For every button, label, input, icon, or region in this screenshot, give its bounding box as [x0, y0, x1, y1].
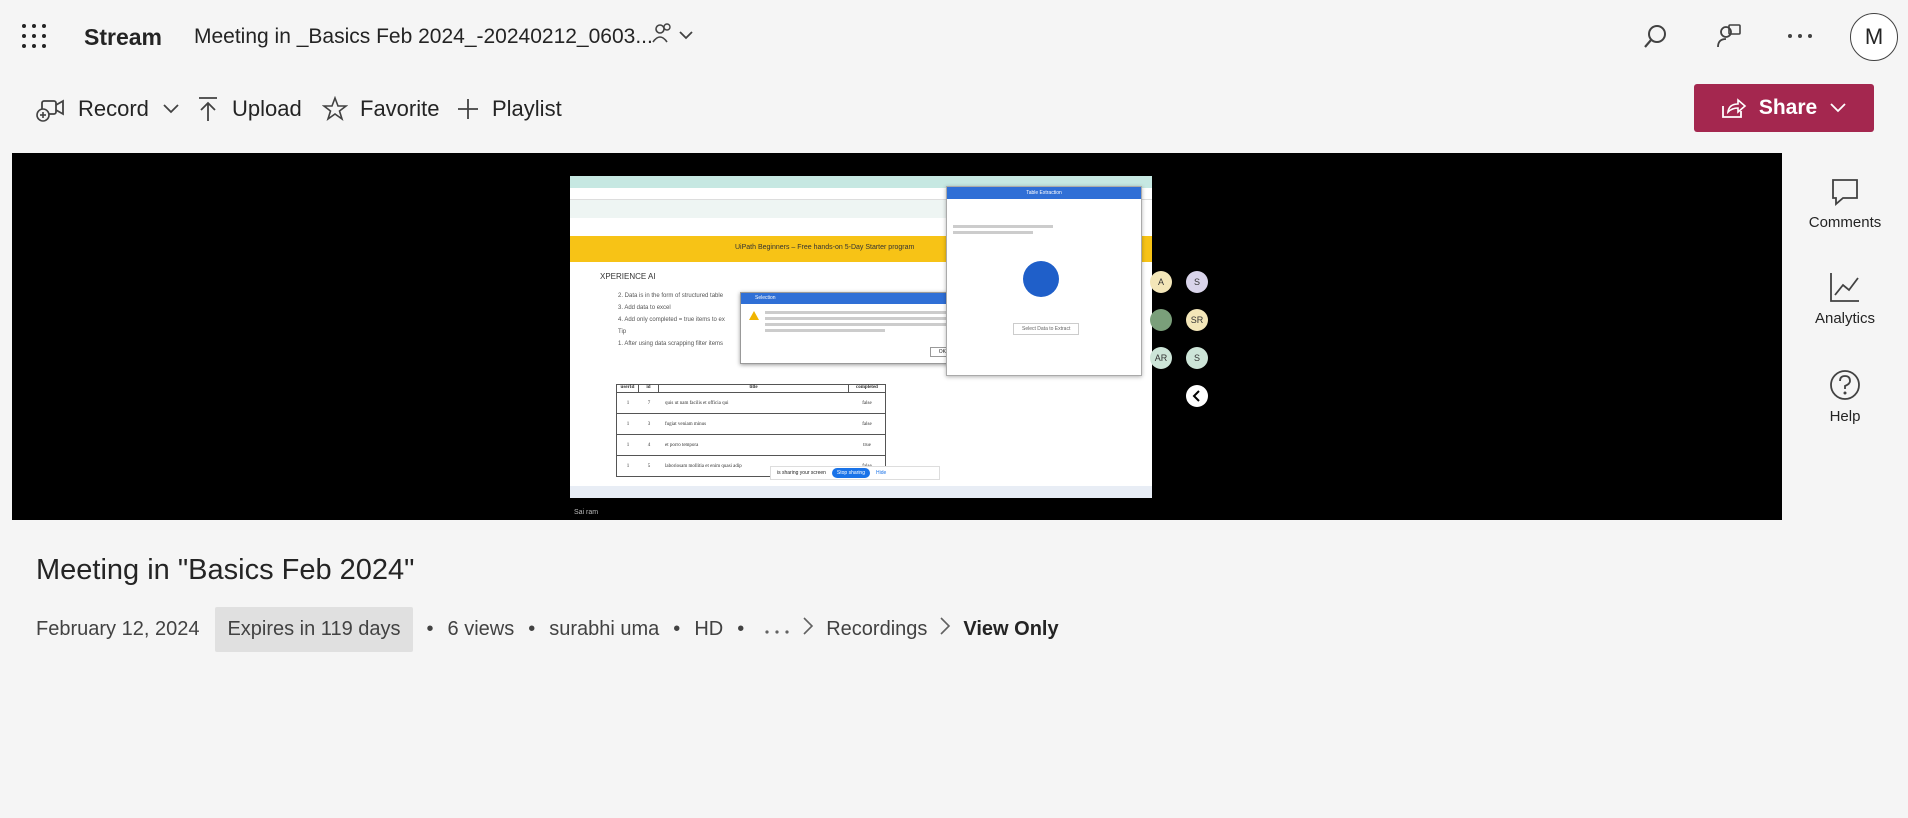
- permission-label: View Only: [963, 617, 1059, 640]
- top-bar: Stream Meeting in _Basics Feb 2024_-2024…: [0, 0, 1908, 74]
- help-button[interactable]: Help: [1800, 368, 1890, 425]
- video-date: February 12, 2024: [36, 617, 200, 640]
- document-title: Meeting in _Basics Feb 2024_-20240212_06…: [194, 25, 653, 48]
- share-icon: [1721, 98, 1747, 118]
- participant-avatar: S: [1186, 347, 1208, 369]
- app-launcher-icon[interactable]: [22, 24, 46, 48]
- chevron-down-icon: [1830, 103, 1846, 113]
- video-player[interactable]: UiPath Beginners – Free hands-on 5-Day S…: [12, 153, 1782, 520]
- video-owner[interactable]: surabhi uma: [549, 618, 659, 641]
- site-header: XPERIENCE AI: [600, 272, 656, 281]
- more-options-icon[interactable]: [1780, 16, 1820, 56]
- share-label: Share: [1758, 96, 1818, 119]
- separator-dot: •: [737, 617, 745, 640]
- playlist-button[interactable]: Playlist: [456, 86, 562, 132]
- app-name[interactable]: Stream: [84, 24, 162, 51]
- participant-avatar: [1150, 309, 1172, 331]
- participant-avatar: A: [1150, 271, 1172, 293]
- share-settings-icon[interactable]: [650, 20, 696, 52]
- help-icon: [1830, 370, 1860, 400]
- record-label: Record: [78, 96, 149, 121]
- sharing-bar: is sharing your screen Stop sharing Hide: [770, 466, 940, 480]
- search-icon[interactable]: [1636, 16, 1676, 56]
- comment-icon: [1832, 179, 1858, 206]
- user-avatar[interactable]: M: [1850, 13, 1898, 61]
- feedback-icon[interactable]: [1708, 16, 1748, 56]
- shared-screen: UiPath Beginners – Free hands-on 5-Day S…: [570, 176, 1152, 498]
- video-title: Meeting in "Basics Feb 2024": [36, 554, 415, 586]
- selection-dialog: Selection OK: [740, 292, 972, 364]
- upload-button[interactable]: Upload: [196, 86, 302, 132]
- video-metadata: February 12, 2024 Expires in 119 days • …: [36, 606, 1059, 652]
- upload-label: Upload: [232, 96, 302, 121]
- view-count: 6 views: [447, 617, 515, 640]
- analytics-label: Analytics: [1814, 310, 1876, 327]
- share-button[interactable]: Share: [1694, 84, 1874, 132]
- breadcrumb-more-icon[interactable]: [764, 618, 790, 641]
- favorite-button[interactable]: Favorite: [322, 86, 439, 132]
- separator-dot: •: [673, 617, 681, 640]
- record-button[interactable]: Record: [36, 86, 181, 132]
- expiration-badge[interactable]: Expires in 119 days: [215, 606, 413, 652]
- presenter-caption: Sai ram: [574, 509, 599, 516]
- instructions-list: 2. Data is in the form of structured tab…: [618, 293, 725, 347]
- table-extraction-panel: Table Extraction Select Data to Extract: [946, 186, 1142, 376]
- chevron-right-icon: [802, 616, 814, 642]
- help-label: Help: [1829, 408, 1861, 425]
- comments-label: Comments: [1808, 214, 1882, 231]
- participant-avatar: SR: [1186, 309, 1208, 331]
- presenter-icon: [1186, 385, 1208, 407]
- playlist-label: Playlist: [492, 96, 562, 121]
- analytics-button[interactable]: Analytics: [1800, 270, 1890, 327]
- data-table: userId id title completed 1 7 quis ut na…: [616, 384, 886, 477]
- participant-avatar: S: [1186, 271, 1208, 293]
- chevron-right-icon: [939, 616, 951, 642]
- breadcrumb-folder[interactable]: Recordings: [826, 618, 927, 641]
- favorite-label: Favorite: [360, 96, 440, 121]
- participant-avatar: AR: [1150, 347, 1172, 369]
- quality-label: HD: [694, 617, 724, 640]
- separator-dot: •: [426, 617, 434, 640]
- separator-dot: •: [528, 617, 536, 640]
- comments-button[interactable]: Comments: [1800, 176, 1890, 231]
- chevron-down-icon: [163, 104, 179, 114]
- analytics-icon: [1830, 273, 1859, 302]
